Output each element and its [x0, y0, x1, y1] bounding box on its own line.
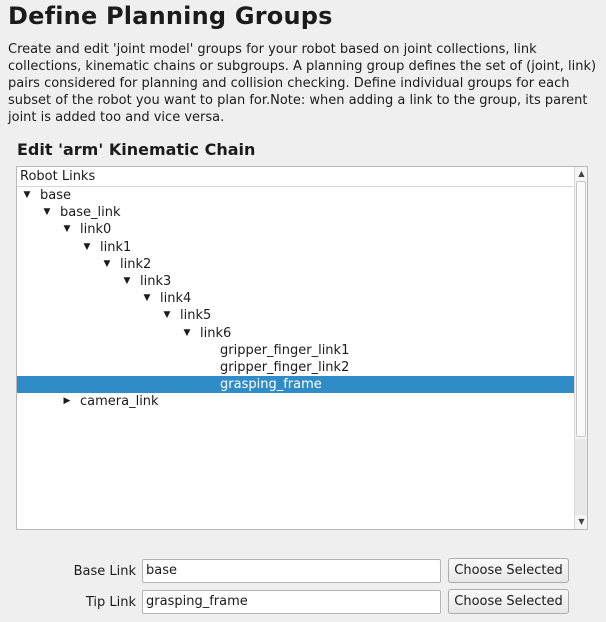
triangle-down-icon[interactable]: ▼	[162, 307, 172, 324]
section-title: Edit 'arm' Kinematic Chain	[17, 140, 256, 159]
tree-item[interactable]: ▼ link0	[17, 221, 574, 238]
tree-item-label: gripper_finger_link1	[220, 342, 350, 358]
tree-item[interactable]: ▼ link2	[17, 256, 574, 273]
tree-item[interactable]: ▼ link6	[17, 325, 574, 342]
choose-selected-tip-button[interactable]: Choose Selected	[448, 589, 569, 614]
tree-item[interactable]: ▼ base_link	[17, 204, 574, 221]
tree-item[interactable]: grasping_frame	[17, 376, 574, 394]
tree-item[interactable]: ▼ link1	[17, 239, 574, 256]
tree-item-label: link5	[180, 308, 212, 324]
triangle-down-icon[interactable]: ▼	[142, 290, 152, 307]
tree-item[interactable]: gripper_finger_link2	[17, 359, 574, 376]
tree-scrollbar[interactable]: ▲ ▼	[574, 167, 587, 529]
tree-item-label: link3	[140, 273, 172, 289]
tree-header[interactable]: Robot Links	[17, 167, 574, 187]
tree-item-label: gripper_finger_link2	[220, 359, 350, 375]
choose-selected-base-button[interactable]: Choose Selected	[448, 558, 569, 583]
triangle-right-icon[interactable]: ▶	[62, 393, 72, 410]
base-link-field[interactable]: base	[142, 559, 441, 583]
tree-item-label: grasping_frame	[220, 377, 322, 393]
tree-item[interactable]: ▼ base	[17, 187, 574, 204]
tree-item[interactable]: ▼ link4	[17, 290, 574, 307]
tree-rows: ▼ base ▼ base_link ▼ link0 ▼ link1 ▼ link2 ▼ link3 ▼…	[17, 187, 574, 410]
triangle-down-icon[interactable]: ▼	[122, 273, 132, 290]
scrollbar-thumb[interactable]	[576, 181, 586, 437]
page-description: Create and edit 'joint model' groups for…	[8, 42, 597, 125]
triangle-down-icon[interactable]: ▼	[182, 325, 192, 342]
base-link-label: Base Link	[73, 564, 136, 579]
triangle-down-icon[interactable]: ▼	[82, 239, 92, 256]
tree-item[interactable]: ▼ link5	[17, 307, 574, 324]
tree-item-label: link2	[120, 256, 152, 272]
triangle-down-icon[interactable]: ▼	[62, 221, 72, 238]
tree-item[interactable]: gripper_finger_link1	[17, 342, 574, 359]
tree-item-label: camera_link	[80, 394, 159, 410]
triangle-down-icon[interactable]: ▼	[22, 187, 32, 204]
tree-item-label: link0	[80, 222, 112, 238]
tree-item-label: link4	[160, 291, 192, 307]
tree-item-label: base_link	[60, 205, 121, 221]
triangle-down-icon[interactable]: ▼	[102, 256, 112, 273]
scrollbar-track[interactable]	[575, 439, 587, 515]
page-title: Define Planning Groups	[8, 2, 333, 30]
tip-link-field[interactable]: grasping_frame	[142, 590, 441, 614]
tip-link-label: Tip Link	[85, 595, 136, 610]
triangle-down-icon[interactable]: ▼	[42, 204, 52, 221]
tree-item-label: link6	[200, 325, 232, 341]
tree-item-label: link1	[100, 239, 132, 255]
scroll-down-icon[interactable]: ▼	[575, 515, 588, 529]
scroll-up-icon[interactable]: ▲	[575, 167, 588, 181]
robot-links-tree[interactable]: Robot Links ▼ base ▼ base_link ▼ link0 ▼ link1 ▼…	[16, 166, 588, 530]
tree-item[interactable]: ▼ link3	[17, 273, 574, 290]
tree-item[interactable]: ▶ camera_link	[17, 393, 574, 410]
tree-item-label: base	[40, 188, 71, 203]
